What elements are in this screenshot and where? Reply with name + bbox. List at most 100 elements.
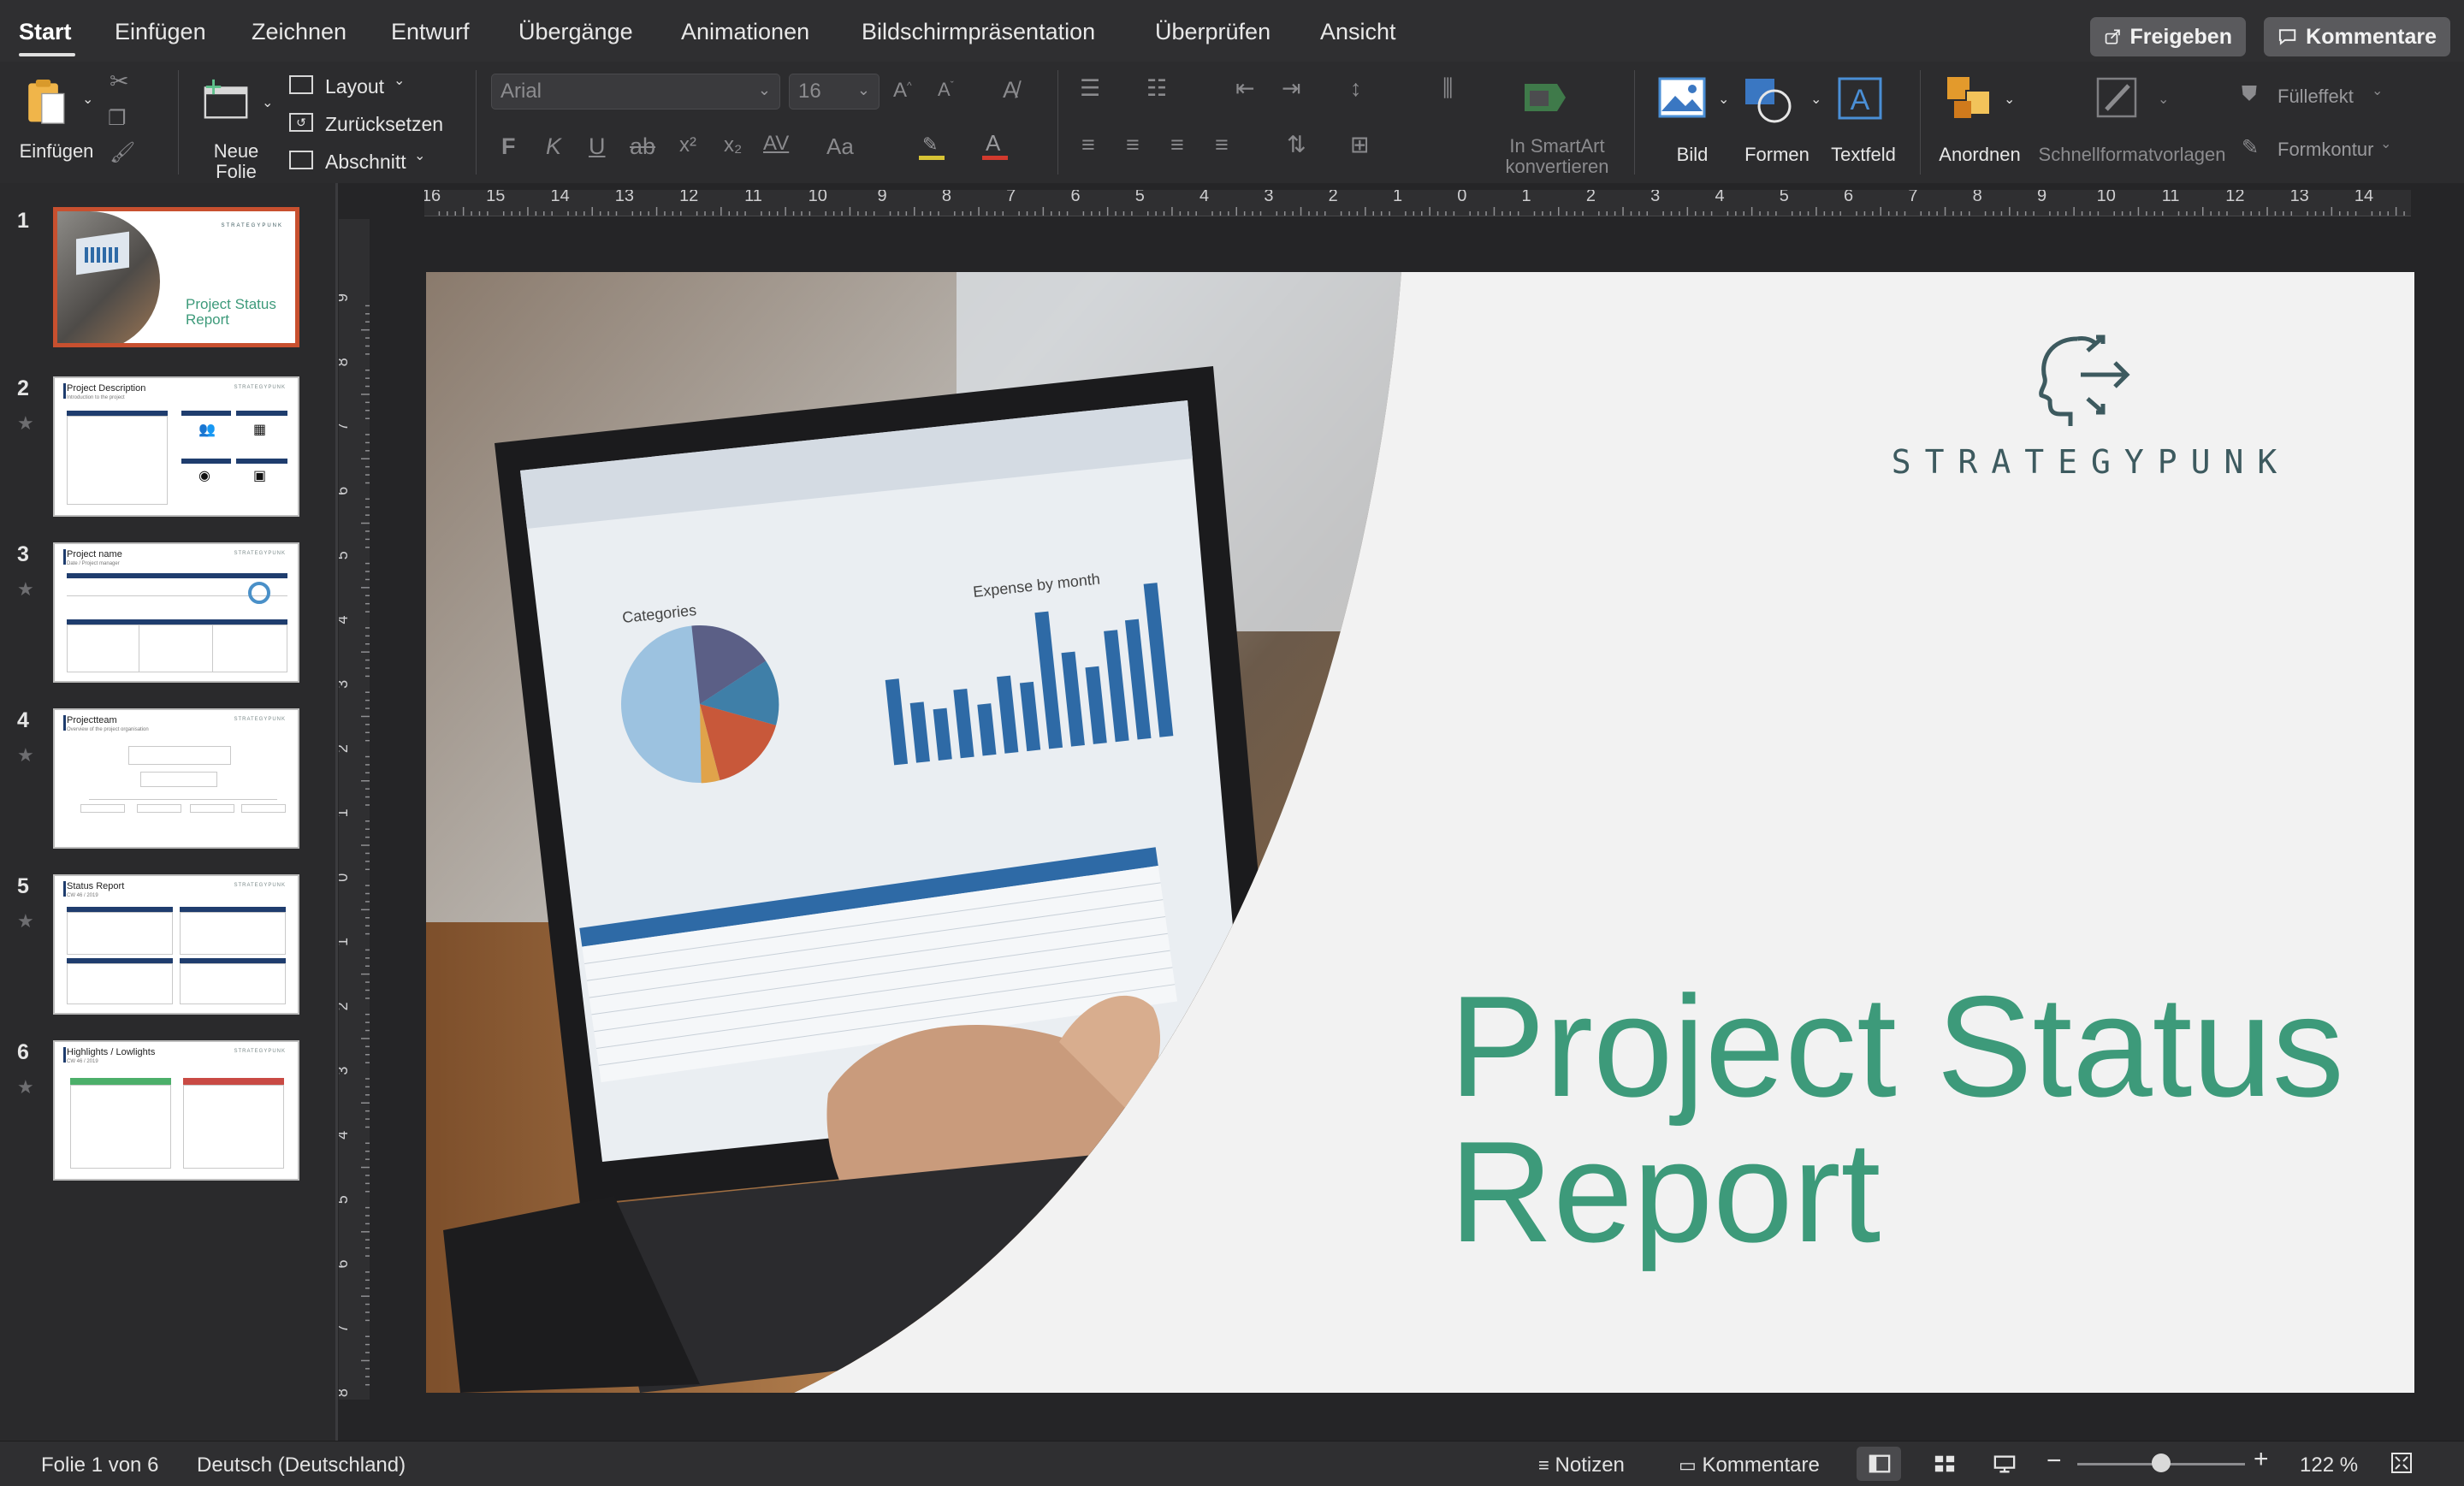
- tab-ansicht[interactable]: Ansicht: [1320, 19, 1396, 45]
- ruler-tick-label: 8: [339, 1388, 351, 1397]
- thumbnail-box: [190, 804, 234, 813]
- slide-thumbnail-5[interactable]: Status Report CW 46 / 2019 STRATEGYPUNK: [53, 874, 299, 1015]
- section-button[interactable]: Abschnitt ⌄: [287, 147, 433, 178]
- insert-picture-button[interactable]: ⌄ Bild: [1651, 72, 1733, 171]
- bold-button[interactable]: F: [501, 133, 516, 160]
- tab-start[interactable]: Start: [19, 19, 72, 45]
- new-slide-button[interactable]: ⌄ Neue Folie: [192, 70, 281, 182]
- format-painter-icon[interactable]: 🖌: [110, 140, 135, 165]
- numbered-list-icon[interactable]: ☷: [1146, 75, 1167, 102]
- fit-to-window-icon[interactable]: [2390, 1452, 2413, 1474]
- layout-button[interactable]: Layout ⌄: [287, 72, 416, 103]
- slide-thumbnail-2[interactable]: Project Description Introduction to the …: [53, 376, 299, 517]
- presenter-view-button[interactable]: [1981, 1447, 2026, 1481]
- ribbon-divider: [1920, 70, 1921, 175]
- cut-icon[interactable]: ✂: [110, 68, 129, 95]
- slide-counter: Folie 1 von 6: [41, 1453, 159, 1477]
- normal-view-button[interactable]: [1857, 1447, 1901, 1481]
- slide-number: 5: [17, 874, 29, 898]
- quick-styles-label: Schnellformatvorlagen: [2038, 144, 2226, 165]
- font-color-icon[interactable]: A: [982, 130, 1010, 161]
- chevron-down-icon[interactable]: ⌄: [262, 94, 273, 111]
- tab-einfuegen[interactable]: Einfügen: [115, 19, 206, 45]
- font-size-select[interactable]: 16 ⌄: [789, 74, 880, 110]
- align-left-icon[interactable]: ≡: [1081, 132, 1095, 158]
- ruler-tick-label: 5: [1135, 190, 1145, 205]
- change-case-button[interactable]: Aa: [826, 133, 854, 160]
- language-indicator[interactable]: Deutsch (Deutschland): [197, 1453, 406, 1477]
- strikethrough-button[interactable]: ab: [630, 133, 655, 160]
- thumbnail-title: Project Status Report: [186, 296, 276, 328]
- zoom-out-button[interactable]: −: [2046, 1447, 2062, 1476]
- font-size-value: 16: [798, 80, 821, 103]
- italic-button[interactable]: K: [546, 133, 561, 160]
- slide-thumbnail-panel[interactable]: 1 STRATEGYPUNK Project Status Report 2 ★…: [0, 183, 335, 1441]
- slide-thumbnail-3[interactable]: Project name Date / Project manager STRA…: [53, 542, 299, 683]
- tab-entwurf[interactable]: Entwurf: [391, 19, 470, 45]
- horizontal-ruler[interactable]: 16 15 14 13 12 11 10 9 8 7 6 5 4 3 2 1 0 1 2 3 4 5 6 7 8 9 10 11 12 1…: [424, 190, 2411, 216]
- insert-textbox-button[interactable]: A Textfeld: [1822, 72, 1899, 171]
- share-button[interactable]: Freigeben: [2090, 17, 2246, 56]
- insert-shapes-button[interactable]: ⌄ Formen: [1737, 72, 1831, 171]
- thumbnail-accent-bar: [63, 383, 66, 399]
- bullet-list-icon[interactable]: ☰: [1080, 75, 1100, 102]
- thumbnail-title: Highlights / Lowlights: [67, 1047, 156, 1057]
- star-icon[interactable]: ★: [17, 1076, 34, 1098]
- superscript-button[interactable]: x²: [679, 133, 696, 157]
- smartart-icon[interactable]: [1521, 80, 1569, 115]
- share-icon: [2105, 29, 2120, 44]
- tab-animationen[interactable]: Animationen: [681, 19, 809, 45]
- star-icon[interactable]: ★: [17, 412, 34, 435]
- character-spacing-button[interactable]: AV: [763, 132, 789, 156]
- arrange-button[interactable]: ⌄ Anordnen: [1932, 72, 2028, 171]
- tab-bildschirmpraesentation[interactable]: Bildschirmpräsentation: [862, 19, 1095, 45]
- slide-thumbnail-1[interactable]: STRATEGYPUNK Project Status Report: [53, 207, 299, 347]
- tab-ueberpruefen[interactable]: Überprüfen: [1155, 19, 1270, 45]
- quick-styles-button[interactable]: ⌄ Schnellformatvorlagen: [2031, 72, 2233, 171]
- slide-title-placeholder[interactable]: Project Status Report: [1449, 974, 2390, 1264]
- align-center-icon[interactable]: ≡: [1126, 132, 1140, 158]
- clear-format-icon[interactable]: A̸: [1003, 77, 1018, 104]
- zoom-slider-handle[interactable]: [2152, 1453, 2171, 1472]
- fill-button[interactable]: ⛊ Fülleffekt ⌄: [2236, 82, 2390, 113]
- paste-button[interactable]: ⌄ Einfügen: [15, 72, 98, 166]
- current-slide[interactable]: Categories Expense by month STRATEGYPUNK…: [426, 272, 2414, 1393]
- columns-icon[interactable]: ⫼: [1442, 75, 1453, 103]
- decrease-font-icon[interactable]: Aˇ: [938, 79, 954, 101]
- vertical-ruler[interactable]: 9876543210123456789: [339, 219, 370, 1400]
- increase-font-icon[interactable]: A^: [893, 79, 912, 103]
- tab-uebergaenge[interactable]: Übergänge: [518, 19, 633, 45]
- picture-icon: [1658, 77, 1706, 118]
- chevron-down-icon[interactable]: ⌄: [82, 91, 93, 108]
- panel-splitter[interactable]: [335, 183, 338, 1441]
- highlight-icon[interactable]: ✎: [919, 133, 946, 160]
- outline-button[interactable]: ✎ Formkontur ⌄: [2236, 135, 2399, 166]
- star-icon[interactable]: ★: [17, 744, 34, 767]
- status-comments-button[interactable]: ▭ Kommentare: [1679, 1453, 1820, 1477]
- copy-icon[interactable]: ❐: [108, 106, 127, 131]
- tab-zeichnen[interactable]: Zeichnen: [252, 19, 346, 45]
- slide-sorter-button[interactable]: [1922, 1447, 1966, 1481]
- notes-button[interactable]: ≡ Notizen: [1538, 1453, 1625, 1477]
- align-text-icon[interactable]: ⊞: [1350, 132, 1370, 158]
- comments-button[interactable]: Kommentare: [2264, 17, 2450, 56]
- zoom-level[interactable]: 122 %: [2300, 1453, 2358, 1477]
- line-spacing-icon[interactable]: ↕: [1350, 75, 1362, 102]
- underline-button[interactable]: U: [589, 133, 606, 160]
- text-direction-icon[interactable]: ⇅: [1287, 132, 1306, 158]
- align-right-icon[interactable]: ≡: [1170, 132, 1184, 158]
- justify-icon[interactable]: ≡: [1215, 132, 1229, 158]
- reset-button[interactable]: ↺ Zurücksetzen: [287, 110, 450, 140]
- slide-thumbnail-4[interactable]: Projectteam Overview of the project orga…: [53, 708, 299, 849]
- decrease-indent-icon[interactable]: ⇤: [1235, 75, 1255, 102]
- slide-thumbnail-6[interactable]: Highlights / Lowlights CW 46 / 2019 STRA…: [53, 1040, 299, 1181]
- ruler-tick-label: 6: [1070, 190, 1080, 205]
- subscript-button[interactable]: x₂: [724, 133, 742, 157]
- ruler-tick-label: 3: [339, 680, 351, 689]
- zoom-in-button[interactable]: +: [2254, 1445, 2269, 1474]
- star-icon[interactable]: ★: [17, 910, 34, 932]
- notes-label: Notizen: [1555, 1453, 1625, 1477]
- increase-indent-icon[interactable]: ⇥: [1282, 75, 1301, 102]
- star-icon[interactable]: ★: [17, 578, 34, 601]
- font-name-select[interactable]: Arial ⌄: [491, 74, 780, 110]
